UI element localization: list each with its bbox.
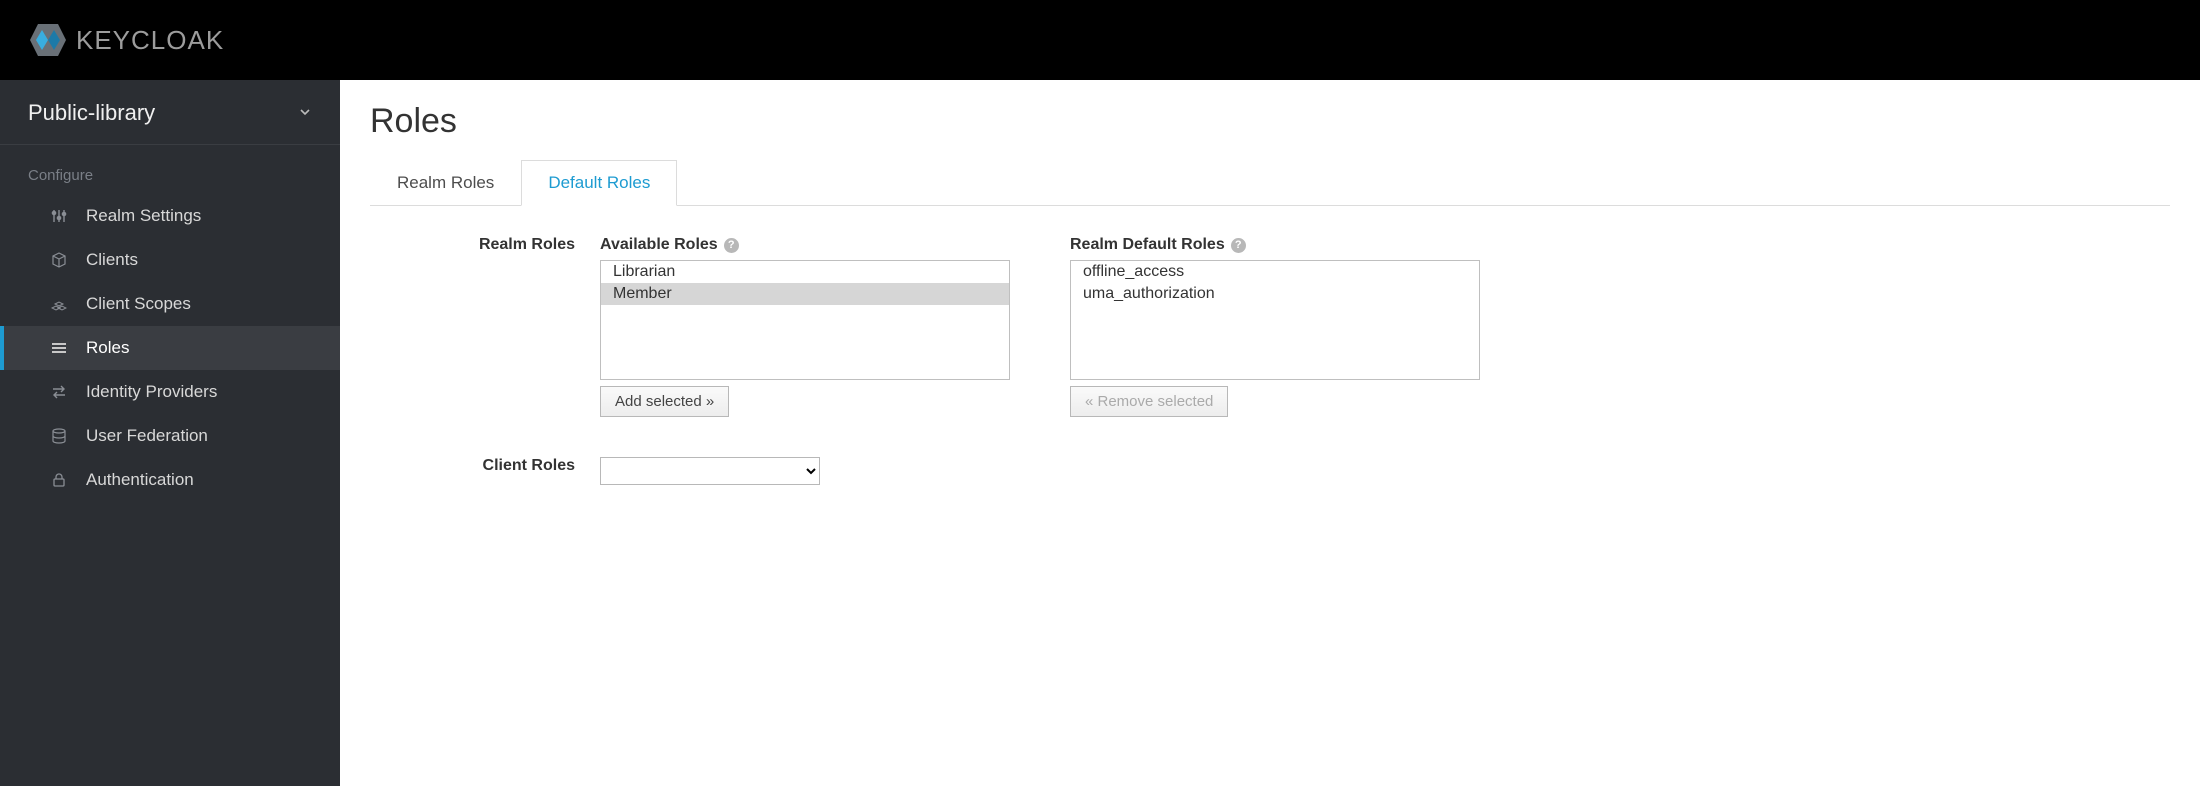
list-item[interactable]: Member xyxy=(601,283,1009,305)
sidebar-item-label: Authentication xyxy=(86,470,194,490)
realm-selector[interactable]: Public-library xyxy=(0,80,340,145)
sliders-icon xyxy=(50,207,68,225)
help-icon[interactable]: ? xyxy=(1231,238,1246,253)
list-item[interactable]: Librarian xyxy=(601,261,1009,283)
sidebar-item-label: User Federation xyxy=(86,426,208,446)
available-roles-listbox[interactable]: Librarian Member xyxy=(600,260,1010,380)
keycloak-icon xyxy=(28,20,68,60)
available-roles-label: Available Roles ? xyxy=(600,236,1010,254)
app-header: KEYCLOAK xyxy=(0,0,2200,80)
tabs: Realm Roles Default Roles xyxy=(370,159,2170,206)
client-roles-row: Client Roles xyxy=(370,457,2170,485)
page-title: Roles xyxy=(370,102,2170,141)
brand-text: KEYCLOAK xyxy=(76,25,224,56)
default-roles-listbox[interactable]: offline_access uma_authorization xyxy=(1070,260,1480,380)
sidebar-item-label: Clients xyxy=(86,250,138,270)
sidebar-item-roles[interactable]: Roles xyxy=(0,326,340,370)
list-item[interactable]: offline_access xyxy=(1071,261,1479,283)
sidebar-item-realm-settings[interactable]: Realm Settings xyxy=(0,194,340,238)
cubes-icon xyxy=(50,295,68,313)
database-icon xyxy=(50,427,68,445)
sidebar-item-user-federation[interactable]: User Federation xyxy=(0,414,340,458)
client-roles-select[interactable] xyxy=(600,457,820,485)
main-content: Roles Realm Roles Default Roles Realm Ro… xyxy=(340,80,2200,786)
sidebar-item-authentication[interactable]: Authentication xyxy=(0,458,340,502)
sidebar-item-label: Identity Providers xyxy=(86,382,217,402)
sidebar-item-label: Client Scopes xyxy=(86,294,191,314)
list-item[interactable]: uma_authorization xyxy=(1071,283,1479,305)
add-selected-button[interactable]: Add selected » xyxy=(600,386,729,417)
sidebar-item-label: Realm Settings xyxy=(86,206,201,226)
remove-selected-button[interactable]: « Remove selected xyxy=(1070,386,1228,417)
brand-logo[interactable]: KEYCLOAK xyxy=(28,20,224,60)
lock-icon xyxy=(50,471,68,489)
exchange-icon xyxy=(50,383,68,401)
default-roles-column: Realm Default Roles ? offline_access uma… xyxy=(1070,236,1480,417)
sidebar-item-clients[interactable]: Clients xyxy=(0,238,340,282)
default-roles-label-text: Realm Default Roles xyxy=(1070,236,1225,254)
list-icon xyxy=(50,339,68,357)
sidebar-item-identity-providers[interactable]: Identity Providers xyxy=(0,370,340,414)
sidebar: Public-library Configure Realm Settings … xyxy=(0,80,340,786)
sidebar-item-client-scopes[interactable]: Client Scopes xyxy=(0,282,340,326)
client-roles-label: Client Roles xyxy=(370,457,600,485)
realm-roles-row: Realm Roles Available Roles ? Librarian … xyxy=(370,236,2170,417)
sidebar-section-label: Configure xyxy=(0,145,340,194)
realm-roles-label: Realm Roles xyxy=(370,236,600,417)
help-icon[interactable]: ? xyxy=(724,238,739,253)
default-roles-label: Realm Default Roles ? xyxy=(1070,236,1480,254)
available-roles-column: Available Roles ? Librarian Member Add s… xyxy=(600,236,1010,417)
tab-realm-roles[interactable]: Realm Roles xyxy=(370,160,521,206)
realm-name: Public-library xyxy=(28,100,155,126)
tab-default-roles[interactable]: Default Roles xyxy=(521,160,677,206)
available-roles-label-text: Available Roles xyxy=(600,236,718,254)
cube-icon xyxy=(50,251,68,269)
chevron-down-icon xyxy=(298,105,312,122)
sidebar-item-label: Roles xyxy=(86,338,129,358)
